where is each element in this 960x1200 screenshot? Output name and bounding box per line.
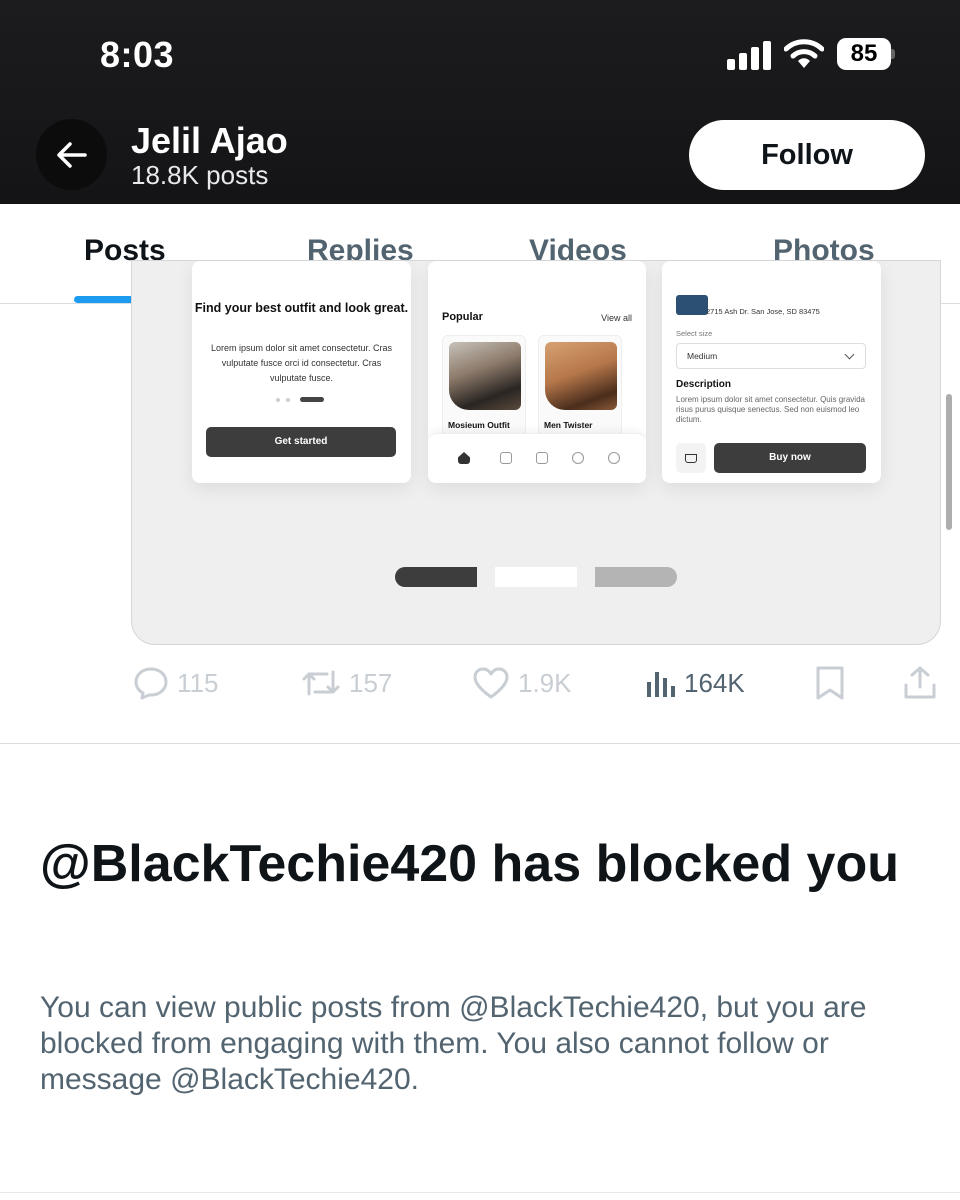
description-text: Lorem ipsum dolor sit amet consectetur. …: [676, 395, 865, 424]
reply-count: 115: [177, 667, 219, 698]
like-button[interactable]: 1.9K: [472, 663, 572, 703]
pager-segment: [495, 567, 577, 587]
chevron-down-icon: [844, 349, 855, 360]
repost-count: 157: [349, 667, 393, 698]
blocked-notice-body: You can view public posts from @BlackTec…: [40, 991, 867, 1096]
post-actions: 115 157 1.9K 164K: [0, 655, 960, 711]
heart-icon: [473, 667, 509, 699]
basket-icon: [676, 443, 706, 473]
select-size-label: Select size: [676, 329, 713, 338]
mockup-home-screen: Popular View all Mosieum Outfit Men Twis…: [428, 261, 646, 483]
bar-chart-icon: [647, 672, 675, 697]
mockup-onboarding-screen: Find your best outfit and look great. Lo…: [192, 261, 411, 483]
mockup-bottom-nav: [428, 433, 646, 483]
battery-level: 85: [837, 38, 891, 70]
repost-button[interactable]: 157: [301, 663, 392, 703]
description-heading: Description: [676, 379, 732, 390]
share-button[interactable]: [902, 663, 938, 703]
product-thumbnail: [676, 295, 708, 315]
pager-segment: [595, 567, 677, 587]
onboarding-text: Lorem ipsum dolor sit amet consectetur. …: [210, 343, 393, 383]
battery-icon: 85: [837, 38, 895, 70]
product-card: Mosieum Outfit: [442, 335, 526, 435]
gear-icon: [608, 452, 620, 464]
product-name: Men Twister: [544, 420, 593, 430]
product-photo: [449, 342, 521, 410]
signal-icon: [727, 40, 773, 70]
scrollbar[interactable]: [946, 394, 952, 530]
repost-icon: [302, 670, 340, 696]
divider: [0, 1192, 960, 1193]
bookmark-button[interactable]: [814, 663, 846, 703]
carousel-dots: [276, 397, 336, 403]
get-started-button: Get started: [206, 427, 396, 457]
blocked-notice-title: @BlackTechie420 has blocked you: [40, 835, 899, 893]
divider: [0, 743, 960, 744]
store-icon: [536, 452, 548, 464]
share-icon: [904, 666, 936, 699]
view-count: 164K: [684, 667, 745, 698]
profile-name: Jelil Ajao: [131, 120, 288, 161]
back-button[interactable]: [36, 119, 107, 190]
size-select-value: Medium: [687, 351, 718, 361]
product-name: Mosieum Outfit: [448, 420, 510, 430]
bookmark-icon: [816, 666, 844, 700]
home-icon: [458, 452, 470, 464]
like-count: 1.9K: [518, 667, 572, 698]
size-select: Medium: [676, 343, 866, 369]
user-icon: [572, 452, 584, 464]
post-media[interactable]: Find your best outfit and look great. Lo…: [131, 260, 941, 645]
shipping-address: 2715 Ash Dr. San Jose, SD 83475: [706, 307, 820, 316]
follow-button[interactable]: Follow: [689, 120, 925, 190]
status-time: 8:03: [100, 34, 175, 75]
product-photo: [545, 342, 617, 410]
product-card: Men Twister: [538, 335, 622, 435]
pager-segment: [395, 567, 477, 587]
mockup-product-screen: 2715 Ash Dr. San Jose, SD 83475 Select s…: [662, 261, 881, 483]
basket-icon: [500, 452, 512, 464]
views-button[interactable]: 164K: [646, 663, 745, 703]
onboarding-heading: Find your best outfit and look great.: [194, 301, 409, 315]
popular-heading: Popular: [442, 311, 483, 323]
reply-button[interactable]: 115: [133, 663, 218, 703]
wifi-icon: [783, 38, 825, 70]
posts-count: 18.8K posts: [131, 160, 269, 190]
arrow-left-icon: [56, 141, 87, 168]
reply-icon: [134, 667, 168, 700]
profile-header: 8:03 85 Jelil Ajao 18.8K posts Follow: [0, 0, 960, 204]
view-all-link: View all: [601, 313, 632, 323]
buy-now-button: Buy now: [714, 443, 866, 473]
